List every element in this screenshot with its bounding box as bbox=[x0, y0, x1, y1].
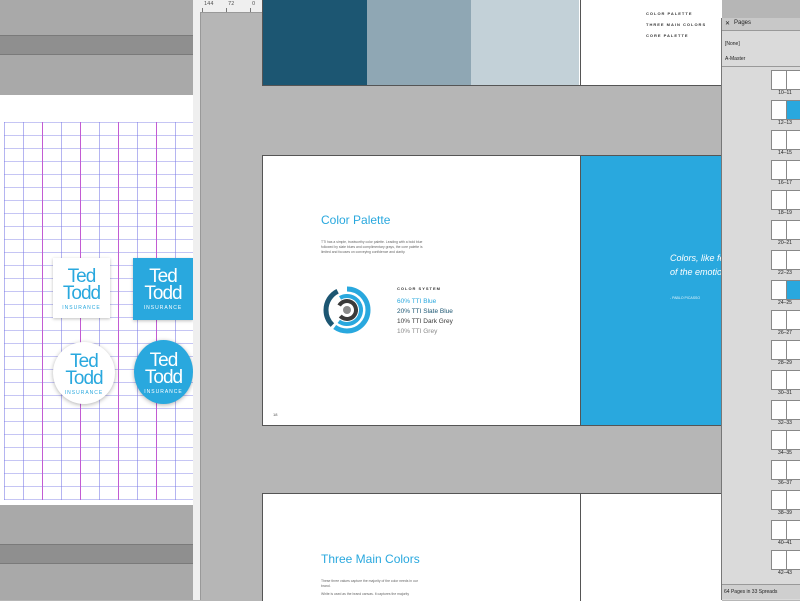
left-window-toolbar bbox=[0, 35, 193, 55]
spread-number: 36–37 bbox=[778, 480, 792, 486]
spread-thumbnail[interactable] bbox=[771, 400, 800, 420]
spread-thumbnail[interactable] bbox=[771, 430, 800, 450]
color-item-grey: 10% TTI Grey bbox=[397, 328, 438, 335]
page-title: Three Main Colors bbox=[321, 552, 420, 566]
spread1-list-item: CORE PALETTE bbox=[646, 33, 689, 38]
spread2-left-page[interactable]: Color Palette TTI has a simple, trustwor… bbox=[262, 155, 581, 426]
spread-thumbnail[interactable] bbox=[771, 220, 800, 240]
ruler-label: 0 bbox=[252, 1, 256, 7]
vertical-ruler[interactable] bbox=[193, 0, 201, 600]
ruler-tick bbox=[202, 8, 203, 12]
spread-thumbnail[interactable] bbox=[771, 370, 800, 390]
spread-number: 20–21 bbox=[778, 240, 792, 246]
logo-blue-square[interactable]: Ted Todd INSURANCE bbox=[133, 258, 193, 320]
body-text: White is used as the brand canvas. It ca… bbox=[321, 592, 410, 596]
ruler-tick bbox=[250, 8, 251, 12]
spread-thumbnail[interactable] bbox=[771, 340, 800, 360]
none-master[interactable]: [None] bbox=[725, 41, 740, 47]
logo-white-square[interactable]: Ted Todd INSURANCE bbox=[53, 258, 110, 318]
logo-blue-circle[interactable]: Ted Todd INSURANCE bbox=[134, 340, 193, 404]
spread1-right-page[interactable]: COLOR PALETTE THREE MAIN COLORS CORE PAL… bbox=[580, 0, 722, 86]
spread-number: 38–39 bbox=[778, 510, 792, 516]
panel-tab-pages[interactable]: Pages bbox=[734, 20, 751, 26]
spread-thumbnail[interactable] bbox=[771, 520, 800, 540]
spread-thumbnail[interactable] bbox=[771, 460, 800, 480]
close-icon[interactable]: ✕ bbox=[725, 20, 730, 27]
swatch-slate bbox=[263, 0, 367, 85]
spread-thumbnail[interactable] bbox=[771, 130, 800, 150]
a-master[interactable]: A-Master bbox=[725, 56, 745, 62]
swatch-slate-light bbox=[367, 0, 471, 85]
spread-number: 24–25 bbox=[778, 300, 792, 306]
left-document-window: Ted Todd INSURANCE Ted Todd INSURANCE Te… bbox=[0, 0, 193, 600]
color-item-blue: 60% TTI Blue bbox=[397, 298, 437, 305]
spread-number: 42–43 bbox=[778, 570, 792, 576]
spread-thumbnail[interactable] bbox=[771, 190, 800, 210]
spread-number: 26–27 bbox=[778, 330, 792, 336]
panel-divider bbox=[722, 66, 800, 67]
spread-thumbnail[interactable] bbox=[771, 100, 800, 120]
quote-author: - PABLO PICASSO bbox=[670, 296, 701, 300]
spread-number: 40–41 bbox=[778, 540, 792, 546]
spread-number: 12–13 bbox=[778, 120, 792, 126]
body-text: These three values capture the majority … bbox=[321, 579, 418, 588]
spread-number: 16–17 bbox=[778, 180, 792, 186]
spread-number: 34–35 bbox=[778, 450, 792, 456]
spread-thumbnail[interactable] bbox=[771, 310, 800, 330]
pages-panel-footer: 64 Pages in 33 Spreads bbox=[722, 584, 800, 599]
spread1-list-item: THREE MAIN COLORS bbox=[646, 22, 707, 27]
spread-thumbnail[interactable] bbox=[771, 70, 800, 90]
spread1-left-page[interactable] bbox=[262, 0, 581, 86]
ruler-label: 144 bbox=[204, 1, 214, 7]
page-count: 64 Pages in 33 Spreads bbox=[724, 589, 778, 595]
spread-number: 10–11 bbox=[778, 90, 792, 96]
logo-white-circle[interactable]: Ted Todd INSURANCE bbox=[53, 342, 115, 404]
ruler-label: 72 bbox=[228, 1, 235, 7]
color-item-slate: 20% TTI Slate Blue bbox=[397, 308, 453, 315]
spread-thumbnail[interactable] bbox=[771, 250, 800, 270]
spread-number: 32–33 bbox=[778, 420, 792, 426]
quote-line-2: of the emotio bbox=[670, 267, 723, 277]
pages-panel[interactable]: ✕ Pages [None] A-Master 64 Pages in 33 S… bbox=[721, 18, 800, 600]
color-system-label: COLOR SYSTEM bbox=[397, 286, 442, 291]
spread-number: 30–31 bbox=[778, 390, 792, 396]
color-system-chart bbox=[323, 286, 371, 334]
spread1-list-item: COLOR PALETTE bbox=[646, 11, 693, 16]
color-item-dark-grey: 10% TTI Dark Grey bbox=[397, 318, 453, 325]
spread3-left-page[interactable]: Three Main Colors These three values cap… bbox=[262, 493, 581, 601]
spread2-right-page[interactable]: Colors, like fe of the emotio - PABLO PI… bbox=[580, 155, 725, 426]
spread-thumbnail[interactable] bbox=[771, 490, 800, 510]
ruler-tick bbox=[226, 8, 227, 12]
quote-line-1: Colors, like fe bbox=[670, 253, 725, 263]
body-text: TTI has a simple, trustworthy color pale… bbox=[321, 240, 423, 254]
spread-number: 22–23 bbox=[778, 270, 792, 276]
page-number: 18 bbox=[273, 412, 278, 417]
spread-thumbnail[interactable] bbox=[771, 550, 800, 570]
left-window-bottom-bar bbox=[0, 544, 193, 564]
spread3-right-page[interactable] bbox=[580, 493, 722, 601]
spread-thumbnail[interactable] bbox=[771, 160, 800, 180]
spread-number: 14–15 bbox=[778, 150, 792, 156]
pages-panel-header[interactable]: ✕ Pages bbox=[722, 18, 800, 31]
spread-number: 18–19 bbox=[778, 210, 792, 216]
spread-number: 28–29 bbox=[778, 360, 792, 366]
swatch-slate-lighter bbox=[471, 0, 579, 85]
spread-thumbnail[interactable] bbox=[771, 280, 800, 300]
page-title: Color Palette bbox=[321, 213, 391, 227]
